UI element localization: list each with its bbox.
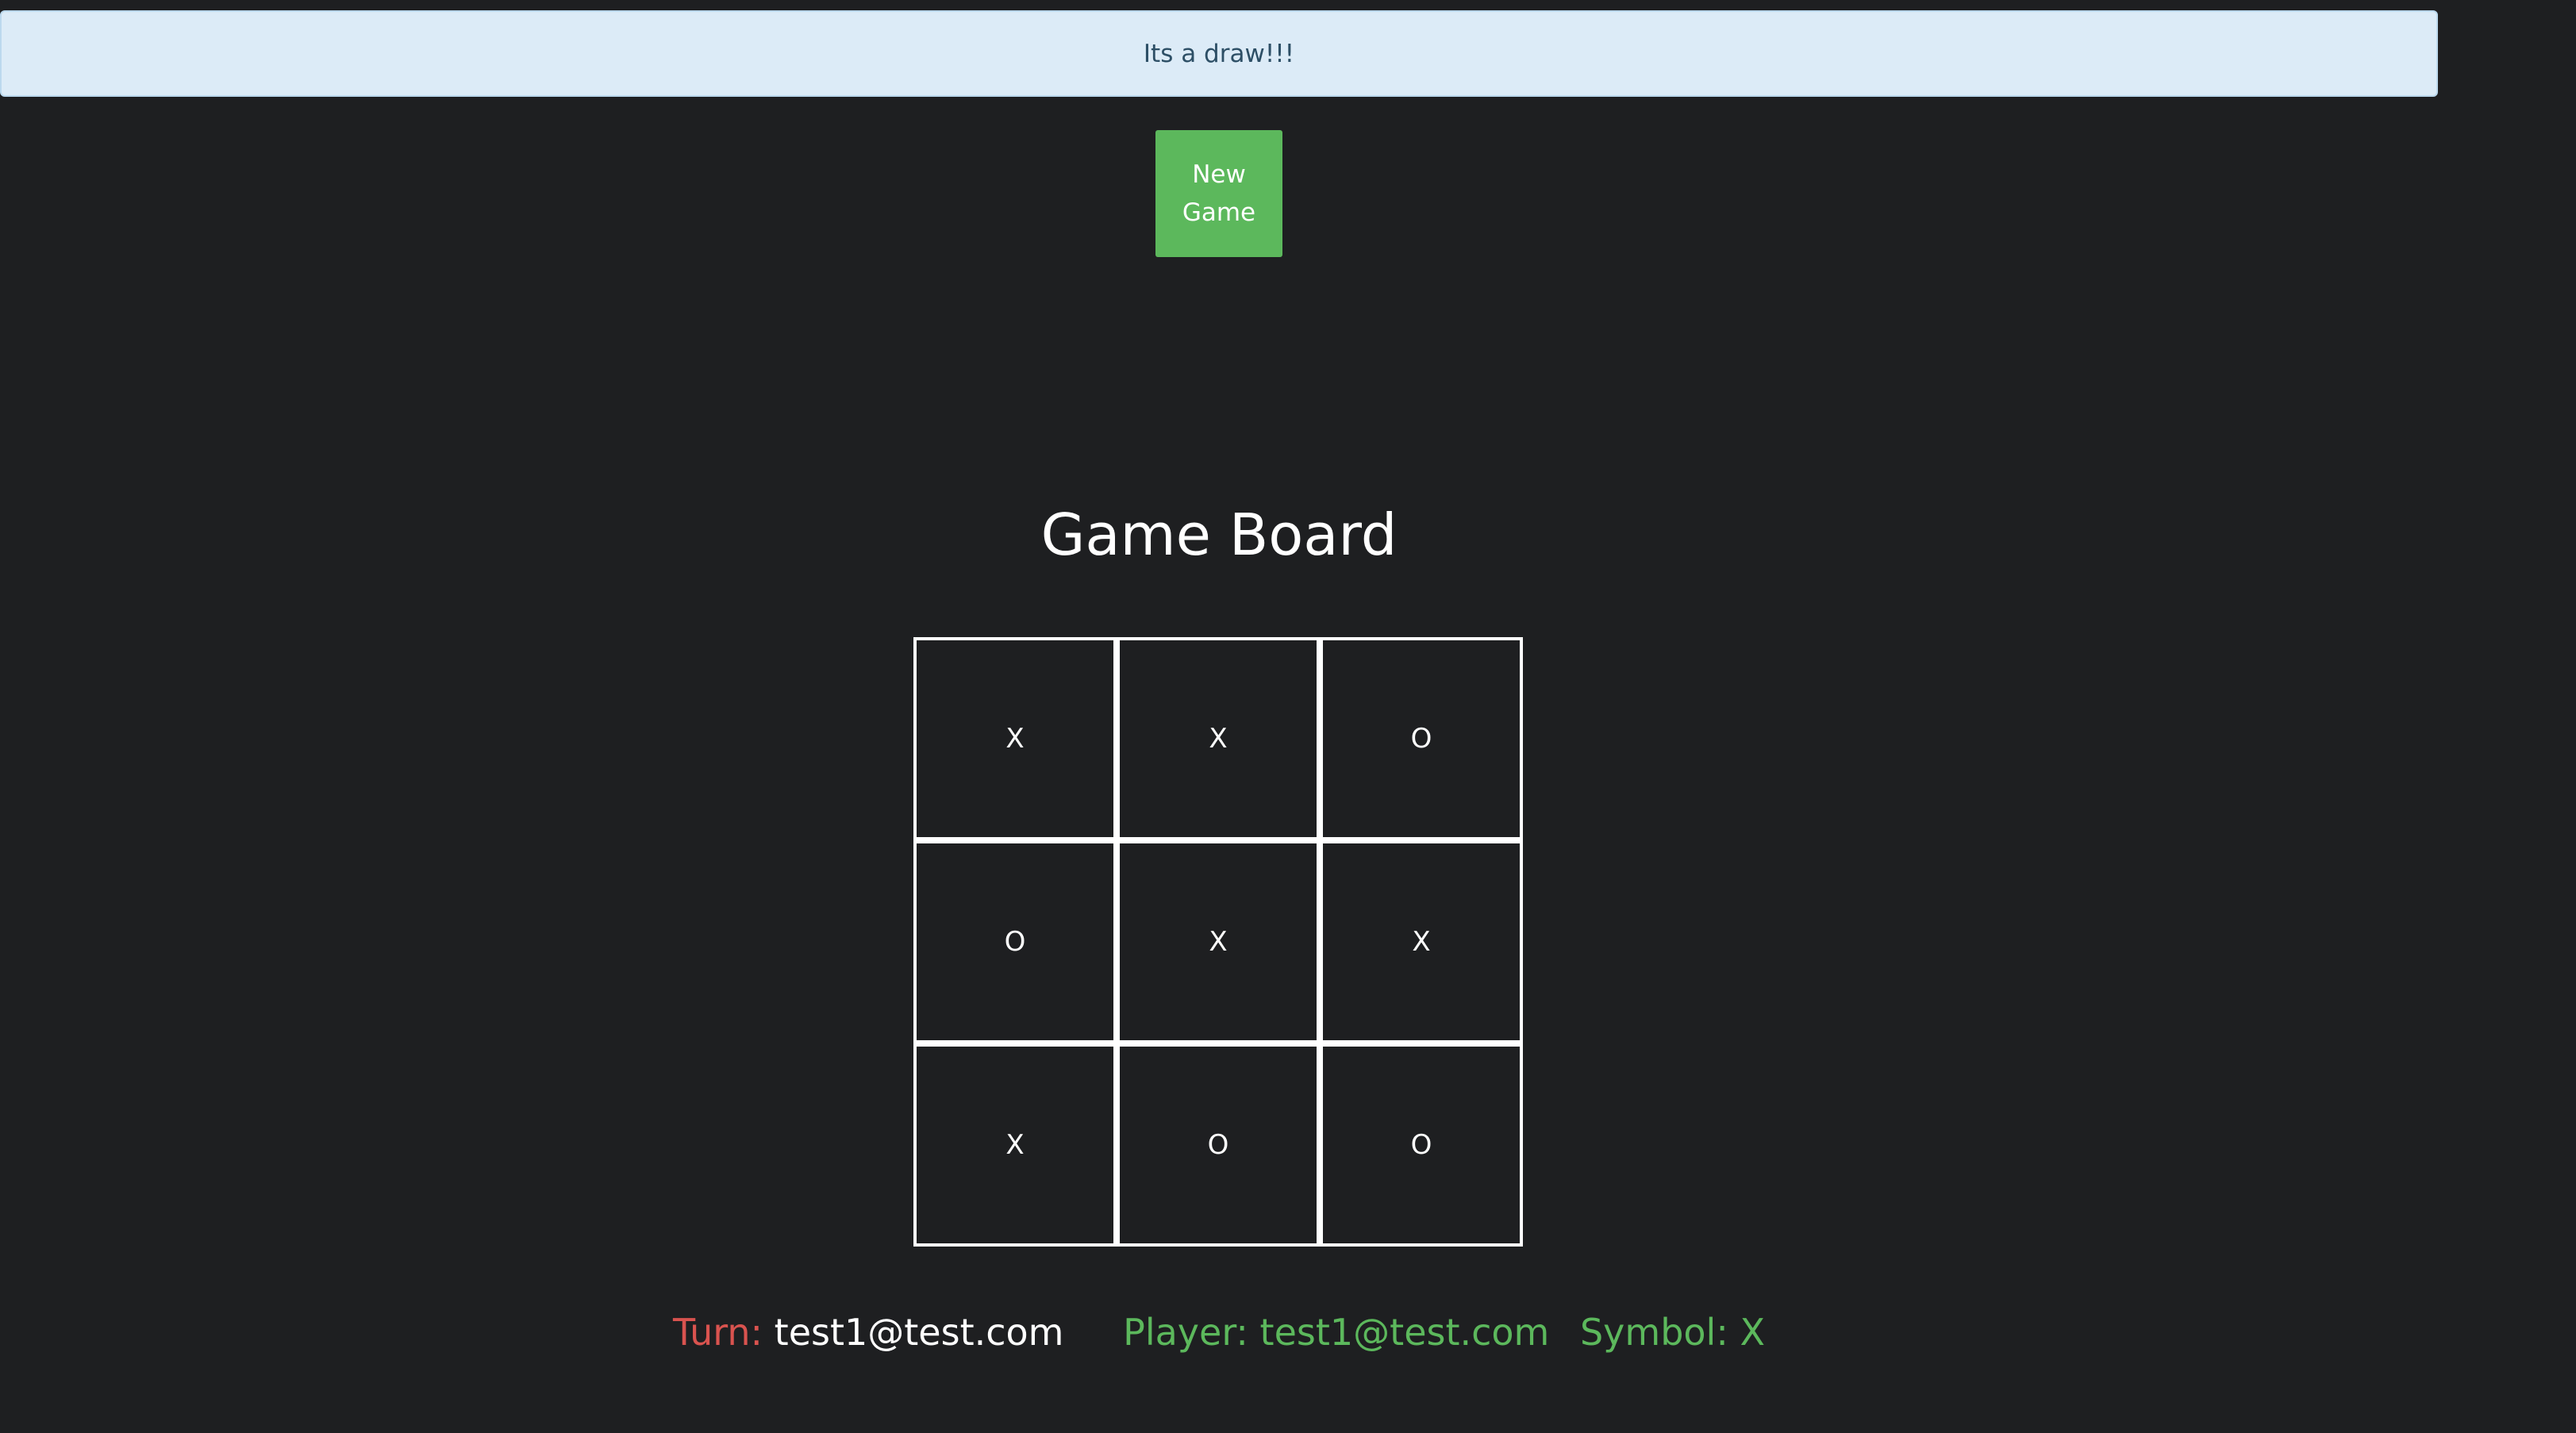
board-cell-0[interactable]: X [913, 637, 1117, 840]
game-board: X X O O X X X O O [913, 637, 1523, 1247]
turn-value: test1@test.com [774, 1311, 1064, 1354]
player-info: Player: test1@test.com [1123, 1311, 1550, 1354]
game-page: Its a draw!!! New Game Game Board X X O … [0, 0, 2576, 1433]
board-cell-2[interactable]: O [1320, 637, 1523, 840]
result-alert: Its a draw!!! [0, 10, 2438, 97]
new-game-button[interactable]: New Game [1155, 130, 1282, 257]
board-cell-6[interactable]: X [913, 1043, 1117, 1247]
board-cell-1[interactable]: X [1117, 637, 1320, 840]
board-cell-4[interactable]: X [1117, 840, 1320, 1043]
game-status: Turn: test1@test.com Player: test1@test.… [0, 1311, 2438, 1354]
board-cell-5[interactable]: X [1320, 840, 1523, 1043]
symbol-info: Symbol: X [1579, 1311, 1765, 1354]
result-message: Its a draw!!! [1143, 39, 1295, 68]
board-cell-3[interactable]: O [913, 840, 1117, 1043]
board-cell-8[interactable]: O [1320, 1043, 1523, 1247]
board-cell-7[interactable]: O [1117, 1043, 1320, 1247]
board-title: Game Board [1040, 501, 1398, 568]
turn-label: Turn: [673, 1311, 763, 1354]
new-game-label: New Game [1182, 160, 1256, 227]
